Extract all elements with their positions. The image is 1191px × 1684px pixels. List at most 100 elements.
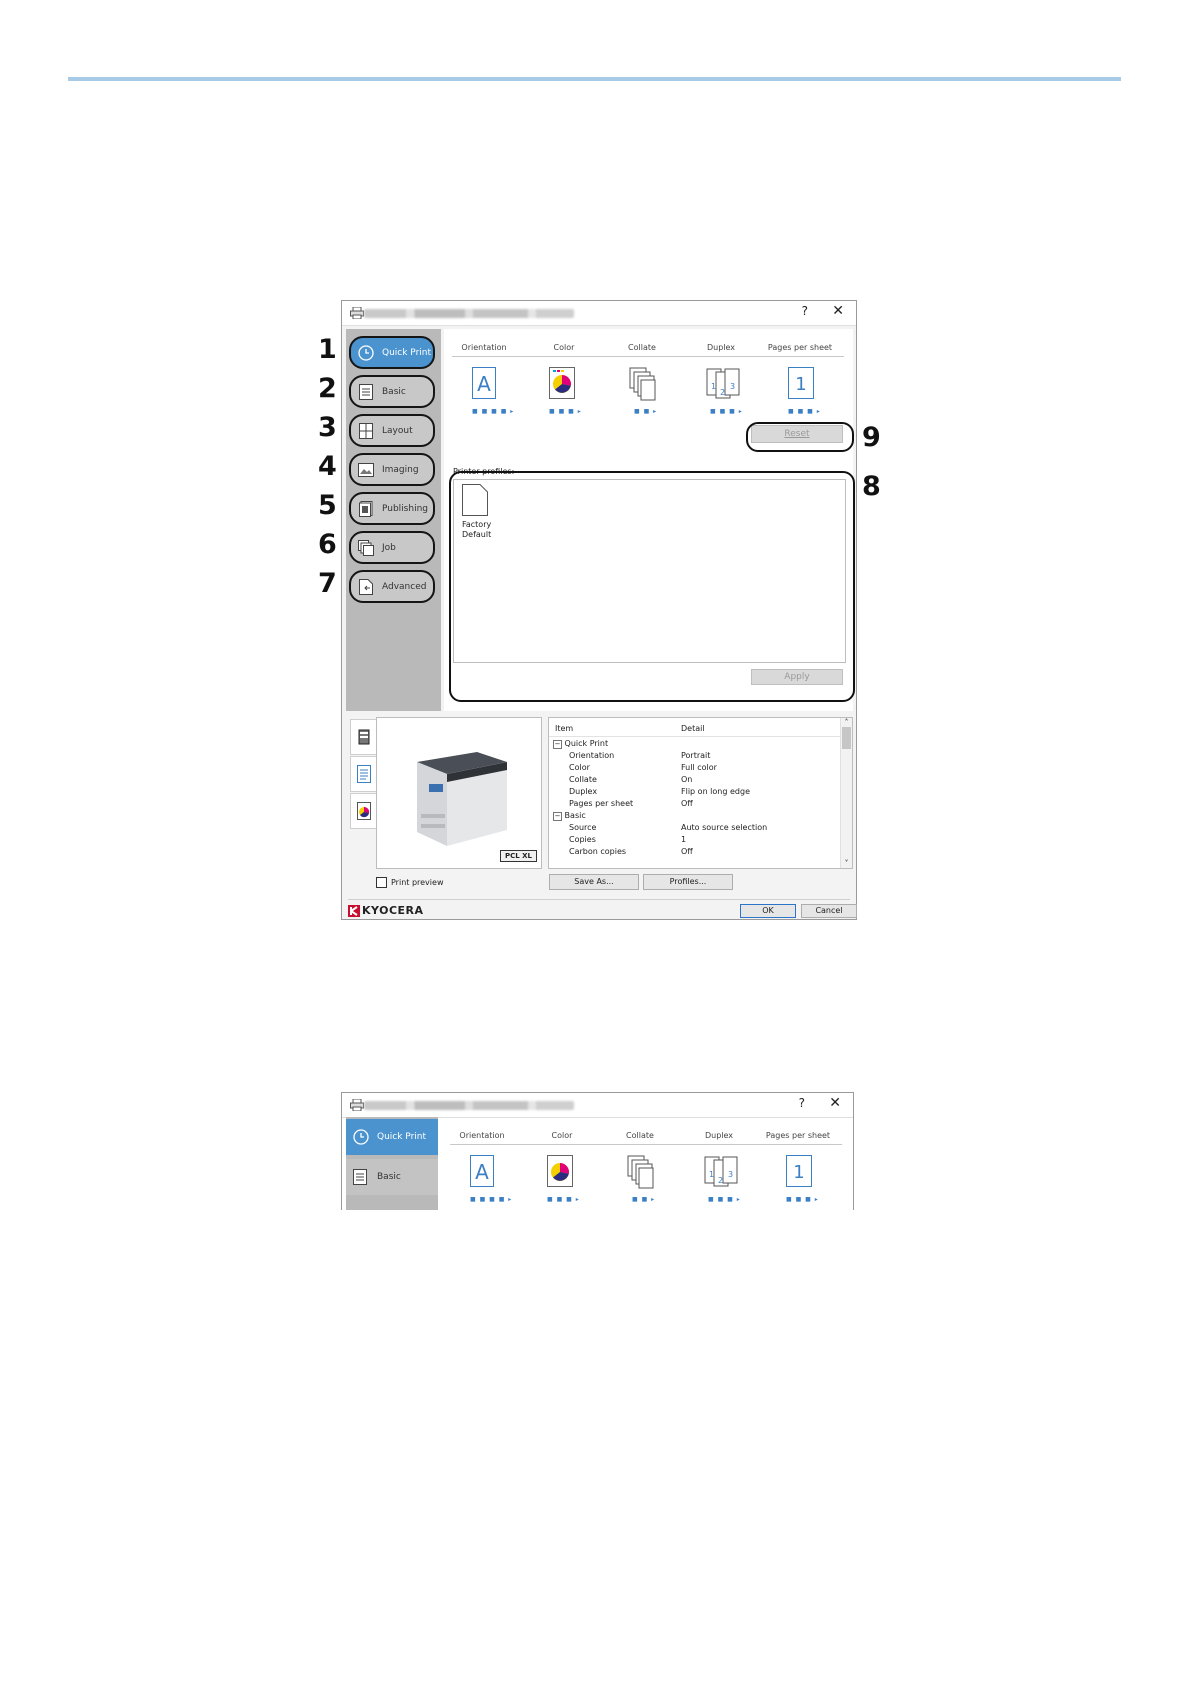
table-row: Duplex (569, 787, 598, 796)
sidebar-item-layout[interactable]: Layout (349, 414, 435, 447)
printer-properties-dialog-cropped: ? ✕ Quick Print Basic Orientation Color … (341, 1092, 854, 1210)
printer-view-tab[interactable] (350, 719, 378, 755)
ok-button[interactable]: OK (740, 904, 796, 918)
sidebar-item-quick-print[interactable]: Quick Print (349, 336, 435, 369)
table-row-group[interactable]: − Basic (553, 811, 586, 821)
orientation-portrait-icon[interactable]: A (470, 1155, 494, 1191)
sidebar: Quick Print Basic (346, 1117, 438, 1210)
duplex-options-indicator[interactable]: ■ ■ ■ ▸ (708, 1196, 741, 1203)
collate-options-indicator[interactable]: ■ ■ ▸ (632, 1196, 655, 1203)
column-item: Item (555, 724, 574, 733)
table-cell-detail: On (681, 775, 693, 784)
sidebar-item-label: Quick Print (377, 1132, 427, 1142)
header-divider-line (450, 1144, 842, 1145)
header-duplex: Duplex (706, 343, 736, 352)
color-mode-icon[interactable] (547, 1155, 573, 1191)
scroll-up-icon[interactable]: ˄ (841, 718, 852, 727)
table-cell-detail: Off (681, 847, 693, 856)
close-icon[interactable]: ✕ (832, 303, 844, 319)
reset-callout-ring (746, 422, 854, 452)
collapse-icon[interactable]: − (553, 740, 562, 749)
pages-per-sheet-value: 1 (795, 374, 806, 395)
settings-summary-area: PCL XL Item Detail − Quick Print Orienta… (342, 713, 857, 919)
duplex-page-3: 3 (728, 1170, 733, 1179)
print-preview-option[interactable]: Print preview (376, 877, 443, 888)
sidebar-item-job[interactable]: Job (349, 531, 435, 564)
close-icon[interactable]: ✕ (829, 1095, 841, 1111)
color-tab-icon (357, 802, 371, 820)
printer-image (417, 752, 507, 846)
table-scrollbar[interactable]: ˄ ˅ (840, 718, 852, 868)
collate-icon[interactable] (627, 1155, 655, 1193)
sidebar-item-label: Advanced (382, 581, 427, 592)
header-duplex: Duplex (704, 1131, 734, 1140)
scroll-down-icon[interactable]: ˅ (841, 859, 852, 868)
header-color: Color (553, 343, 575, 352)
column-detail: Detail (681, 724, 705, 733)
image-icon (358, 462, 374, 478)
help-button[interactable]: ? (802, 304, 808, 318)
duplex-icon[interactable]: 123 (704, 1155, 738, 1191)
profiles-callout-ring (449, 471, 855, 702)
callout-number: 1 (318, 334, 337, 365)
callout-number: 7 (318, 568, 337, 599)
group-label: Basic (564, 811, 586, 820)
profiles-button[interactable]: Profiles... (643, 874, 733, 890)
table-row: Source (569, 823, 597, 832)
scroll-thumb[interactable] (842, 727, 851, 749)
header-divider (68, 77, 1121, 81)
orientation-letter: A (475, 1160, 489, 1184)
print-preview-checkbox[interactable] (376, 877, 387, 888)
orientation-options-indicator[interactable]: ■ ■ ■ ■ ▸ (470, 1196, 512, 1203)
sidebar-item-label: Imaging (382, 464, 419, 475)
job-icon (358, 539, 374, 556)
quick-print-panel: Orientation Color Collate Duplex Pages p… (442, 1117, 853, 1210)
pages-per-sheet-options-indicator[interactable]: ■ ■ ■ ▸ (788, 408, 821, 415)
table-row-group[interactable]: − Quick Print (553, 739, 608, 749)
pdl-badge: PCL XL (499, 850, 537, 862)
color-mode-icon[interactable] (549, 367, 575, 403)
advanced-icon (358, 578, 374, 595)
printer-preview-panel: PCL XL (376, 717, 542, 869)
table-row: Carbon copies (569, 847, 627, 856)
table-cell-detail: Auto source selection (681, 823, 768, 832)
pages-per-sheet-icon[interactable]: 1 (788, 367, 814, 403)
cancel-button[interactable]: Cancel (801, 904, 857, 918)
orientation-options-indicator[interactable]: ■ ■ ■ ■ ▸ (472, 408, 514, 415)
header-collate: Collate (626, 1131, 654, 1140)
sidebar-item-publishing[interactable]: Publishing (349, 492, 435, 525)
table-row: Orientation (569, 751, 615, 760)
header-collate: Collate (628, 343, 656, 352)
save-as-button[interactable]: Save As... (549, 874, 639, 890)
sidebar-item-basic[interactable]: Basic (346, 1159, 438, 1195)
sidebar-item-imaging[interactable]: Imaging (349, 453, 435, 486)
collate-options-indicator[interactable]: ■ ■ ▸ (634, 408, 657, 415)
sidebar-item-advanced[interactable]: Advanced (349, 570, 435, 603)
document-icon (358, 383, 374, 400)
callout-number: 3 (318, 412, 337, 443)
help-button[interactable]: ? (799, 1096, 805, 1110)
header-divider-line (452, 356, 844, 357)
sidebar-item-label: Quick Print (382, 347, 432, 358)
pages-per-sheet-icon[interactable]: 1 (786, 1155, 812, 1191)
duplex-options-indicator[interactable]: ■ ■ ■ ▸ (710, 408, 743, 415)
printer-tab-icon (358, 729, 370, 745)
preview-tabs (350, 719, 378, 830)
duplex-icon[interactable]: 123 (706, 367, 740, 403)
sidebar-item-basic[interactable]: Basic (349, 375, 435, 408)
sidebar-item-quick-print[interactable]: Quick Print (346, 1119, 438, 1155)
color-options-indicator[interactable]: ■ ■ ■ ▸ (547, 1196, 580, 1203)
collate-icon[interactable] (629, 367, 657, 405)
pages-per-sheet-options-indicator[interactable]: ■ ■ ■ ▸ (786, 1196, 819, 1203)
collapse-icon[interactable]: − (553, 812, 562, 821)
settings-detail-table[interactable]: Item Detail − Quick Print Orientation Po… (548, 717, 853, 869)
print-preview-label: Print preview (391, 878, 444, 887)
orientation-portrait-icon[interactable]: A (472, 367, 496, 403)
color-options-indicator[interactable]: ■ ■ ■ ▸ (549, 408, 582, 415)
header-orientation: Orientation (461, 343, 507, 352)
table-row: Copies (569, 835, 596, 844)
window-title-blurred (364, 309, 574, 318)
color-view-tab[interactable] (350, 793, 378, 829)
printer-icon (350, 307, 364, 319)
page-view-tab[interactable] (350, 756, 378, 792)
